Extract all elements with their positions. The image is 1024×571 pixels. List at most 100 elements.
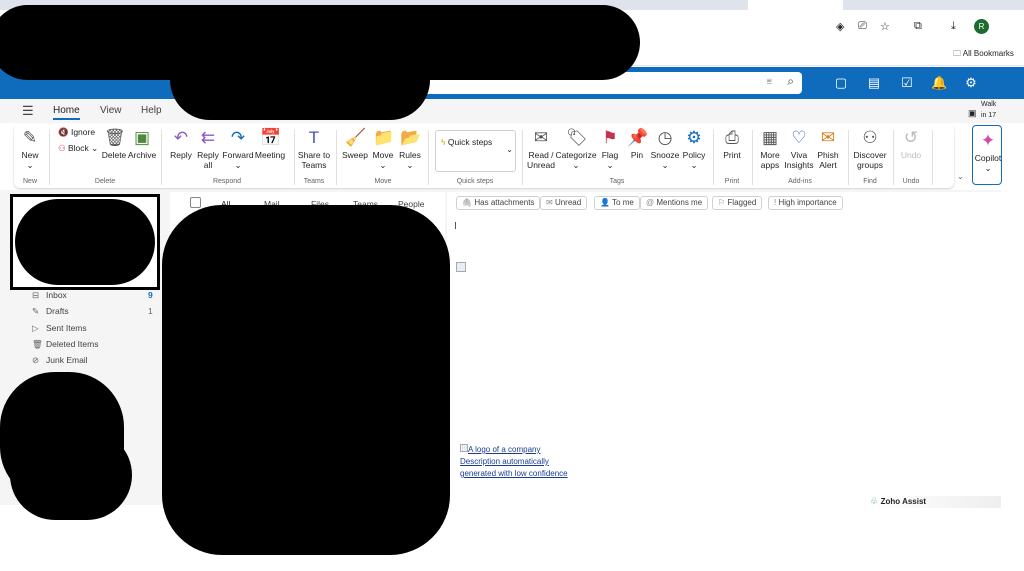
- filter-icon: 🖇: [462, 198, 473, 207]
- filter-high-importance[interactable]: ! High importance: [768, 196, 843, 210]
- copilot-button[interactable]: ✦ Copilot ⌄: [975, 131, 1001, 173]
- tab-home[interactable]: Home: [53, 105, 80, 120]
- viva-icon: ♡: [791, 128, 807, 147]
- printer-button[interactable]: ⎙ Print: [722, 128, 742, 160]
- divider: [161, 130, 162, 185]
- phish-button[interactable]: ✉ Phish Alert: [817, 128, 838, 170]
- select-all-checkbox[interactable]: [190, 197, 201, 208]
- walk-title[interactable]: Walk: [981, 101, 996, 108]
- lightning-icon: ϟ: [441, 137, 446, 147]
- inbox-icon: ⊟: [32, 290, 40, 300]
- folder-drafts[interactable]: ✎ Drafts: [32, 306, 69, 317]
- meeting-button[interactable]: 📅 Meeting: [255, 128, 285, 160]
- meet-now-icon[interactable]: ▢: [833, 75, 849, 91]
- ignore-icon: 🔇: [58, 127, 69, 137]
- apps-icon: ▦: [761, 128, 779, 147]
- folder-sent-items[interactable]: ▷ Sent Items: [32, 323, 87, 334]
- filter-mentions-me[interactable]: @ Mentions me: [640, 196, 709, 210]
- tab-view[interactable]: View: [100, 105, 122, 116]
- copilot-icon: ✦: [980, 131, 996, 150]
- viva-button[interactable]: ♡ Viva Insights: [784, 128, 813, 170]
- folder-inbox[interactable]: ⊟ Inbox: [32, 290, 67, 301]
- rules-icon: 📂: [399, 128, 422, 147]
- reply-all-button[interactable]: ⇇ Reply all: [197, 128, 219, 170]
- groups-icon: ⚇: [862, 128, 878, 147]
- filter-has-attachments[interactable]: 🖇 Has attachments: [456, 196, 541, 210]
- profile-avatar[interactable]: R: [974, 19, 989, 34]
- divider: [522, 130, 523, 185]
- move-icon: 📁: [372, 128, 395, 147]
- divider: [294, 130, 295, 185]
- ignore-button[interactable]: 🔇 Ignore: [58, 127, 95, 138]
- ribbon-expand-icon[interactable]: ⌄: [957, 172, 964, 181]
- quick-steps-box[interactable]: ϟ Quick steps ⌄: [435, 130, 516, 172]
- hamburger-icon[interactable]: ☰: [22, 103, 34, 119]
- bell-icon[interactable]: 🔔: [931, 75, 947, 91]
- flag-icon: ⚑: [602, 128, 618, 147]
- group-label: Move: [374, 178, 392, 185]
- onenote-icon[interactable]: ▤: [866, 75, 882, 91]
- filter-to-me[interactable]: 👤 To me: [594, 196, 640, 210]
- pin-icon: 📌: [627, 128, 649, 147]
- rules-button[interactable]: 📂 Rules ⌄: [399, 128, 421, 170]
- bookmark-star-icon[interactable]: ☆: [880, 20, 890, 33]
- envelope-open-button[interactable]: ✉ Read / Unread: [527, 128, 555, 170]
- pin-button[interactable]: 📌 Pin: [627, 128, 649, 160]
- junk-icon: ⊘: [32, 355, 40, 366]
- reply-button[interactable]: ↶ Reply: [170, 128, 192, 160]
- install-app-icon[interactable]: ⎚: [858, 20, 867, 33]
- clock-icon: ◷: [657, 128, 673, 147]
- filter-flagged[interactable]: ⚐ Flagged: [712, 196, 763, 210]
- divider: [713, 130, 714, 185]
- browser-tab-active[interactable]: [748, 0, 843, 10]
- filter-icon: 👤: [600, 198, 610, 207]
- search-icon[interactable]: ⌕: [787, 74, 794, 89]
- tag-button[interactable]: 🏷 Categorize ⌄: [555, 128, 596, 170]
- group-label: Print: [724, 178, 740, 185]
- block-button[interactable]: ⚇ Block ⌄: [58, 143, 98, 154]
- forward-button[interactable]: ↷ Forward ⌄: [222, 128, 253, 170]
- all-bookmarks[interactable]: 🗀 All Bookmarks: [953, 48, 1014, 62]
- filter-icon: @: [646, 198, 655, 207]
- policy-button[interactable]: ⚙ Policy ⌄: [683, 128, 706, 170]
- group-label: Find: [863, 178, 877, 185]
- divider: [49, 130, 50, 185]
- policy-icon: ⚙: [686, 128, 702, 147]
- chevron-down-icon[interactable]: ⌄: [506, 145, 513, 154]
- text-cursor: [455, 222, 456, 229]
- folder-deleted-items[interactable]: 🗑 Deleted Items: [32, 339, 98, 350]
- apps-button[interactable]: ▦ More apps: [760, 128, 780, 170]
- unread-count: 9: [148, 290, 153, 300]
- todo-icon[interactable]: ☑: [899, 75, 915, 91]
- unread-count: 1: [148, 306, 153, 317]
- side-panel-icon[interactable]: ⧉: [914, 20, 922, 33]
- folder-junk-email[interactable]: ⊘ Junk Email: [32, 355, 88, 366]
- group-label: Delete: [94, 178, 116, 185]
- divider: [893, 130, 894, 185]
- trash-button[interactable]: 🗑 Delete: [102, 128, 127, 160]
- sweep-button[interactable]: 🧹 Sweep: [342, 128, 368, 160]
- sweep-icon: 🧹: [345, 128, 367, 147]
- archive-button[interactable]: ▣ Archive: [128, 128, 156, 160]
- gear-icon[interactable]: ⚙: [963, 75, 979, 91]
- filter-icon: ⚐: [718, 198, 726, 207]
- trash-icon: 🗑: [32, 338, 43, 349]
- flag-button[interactable]: ⚑ Flag ⌄: [600, 128, 620, 170]
- download-icon[interactable]: ⤓: [951, 20, 956, 33]
- company-logo-link[interactable]: A logo of a company Description automati…: [460, 444, 570, 480]
- extension-icon[interactable]: ◈: [836, 20, 844, 33]
- divider: [336, 130, 337, 185]
- clock-button[interactable]: ◷ Snooze ⌄: [651, 128, 680, 170]
- undo-button[interactable]: ↺ Undo: [901, 128, 921, 160]
- filter-unread[interactable]: ✉ Unread: [540, 196, 588, 210]
- tab-help[interactable]: Help: [141, 105, 162, 116]
- filter-icon[interactable]: ⩸: [767, 76, 772, 87]
- move-button[interactable]: 📁 Move ⌄: [372, 128, 395, 170]
- archive-icon: ▣: [133, 128, 151, 147]
- divider: [752, 130, 753, 185]
- broken-image-icon: [456, 262, 466, 272]
- groups-button[interactable]: ⚇ Discover groups: [853, 128, 886, 170]
- new-mail-button[interactable]: ✎ New ⌄: [20, 128, 40, 170]
- teams-button[interactable]: T Share to Teams: [298, 128, 330, 170]
- walk-time: in 17: [981, 112, 997, 119]
